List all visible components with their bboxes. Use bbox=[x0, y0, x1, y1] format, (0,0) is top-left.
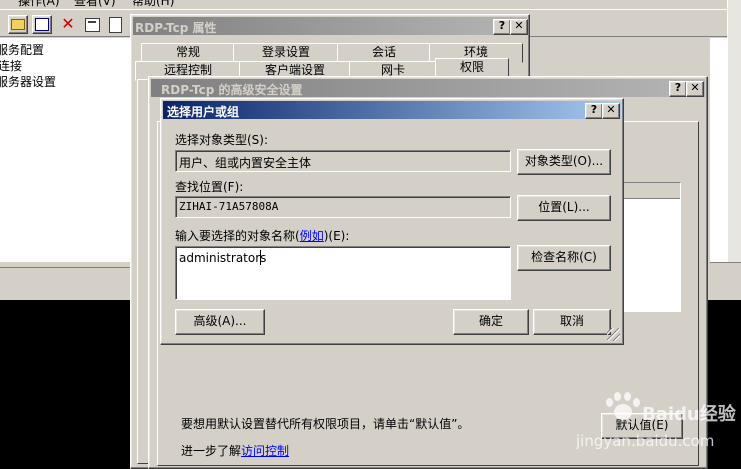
ok-button[interactable]: 确定 bbox=[453, 309, 529, 335]
location-value: ZIHAI-71A57808A bbox=[179, 200, 279, 213]
advanced-button[interactable]: 高级(A)... bbox=[175, 309, 265, 335]
help-icon[interactable]: ? bbox=[585, 103, 603, 119]
cancel-button[interactable]: 取消 bbox=[533, 309, 611, 335]
properties-title: RDP-Tcp 属性 bbox=[135, 21, 217, 35]
object-types-button[interactable]: 对象类型(O)... bbox=[517, 149, 611, 175]
location-label: 查找位置(F): bbox=[175, 180, 244, 194]
locations-button[interactable]: 位置(L)... bbox=[517, 195, 611, 221]
object-type-field: 用户、组或内置安全主体 bbox=[175, 150, 511, 172]
more-info-prefix: 进一步了解 bbox=[181, 444, 242, 458]
watermark-brand: Baidu经验 bbox=[642, 404, 736, 425]
tree-item-server-settings[interactable]: 服务器设置 bbox=[0, 73, 56, 90]
watermark: Baidu经验 jingyan.baidu.com bbox=[570, 386, 736, 456]
access-control-link[interactable]: 访问控制 bbox=[241, 444, 289, 458]
menu-view[interactable]: 查看(V) bbox=[74, 0, 116, 9]
more-info-line: 进一步了解访问控制 bbox=[181, 442, 289, 459]
menu-operation[interactable]: 操作(A) bbox=[18, 0, 60, 9]
object-names-label: 输入要选择的对象名称(例如)(E): bbox=[175, 227, 349, 244]
advanced-footer-text: 要想用默认设置替代所有权限项目，请单击“默认值”。 bbox=[181, 417, 470, 431]
location-field: ZIHAI-71A57808A bbox=[175, 196, 511, 218]
tree-item-service-config[interactable]: 服务配置 bbox=[0, 41, 44, 58]
object-names-label-prefix: 输入要选择的对象名称( bbox=[175, 229, 300, 243]
close-icon[interactable]: ✕ bbox=[602, 103, 620, 119]
object-names-value: administrators bbox=[179, 251, 267, 265]
advanced-title: RDP-Tcp 的高级安全设置 bbox=[161, 83, 303, 97]
permission-list[interactable] bbox=[619, 182, 681, 312]
advanced-titlebar: RDP-Tcp 的高级安全设置 ? ✕ bbox=[151, 79, 705, 97]
object-type-value: 用户、组或内置安全主体 bbox=[179, 156, 312, 170]
export-icon[interactable] bbox=[108, 16, 122, 33]
help-icon[interactable]: ? bbox=[493, 19, 511, 35]
tab-general[interactable]: 常规 bbox=[141, 43, 235, 63]
tab-sessions[interactable]: 会话 bbox=[337, 43, 431, 63]
help-icon[interactable]: ? bbox=[669, 81, 687, 97]
object-names-input[interactable]: administrators bbox=[175, 246, 511, 300]
text-cursor bbox=[260, 250, 261, 265]
properties-icon[interactable] bbox=[84, 16, 100, 32]
tree-item-connections[interactable]: 连接 bbox=[0, 57, 22, 74]
up-folder-icon[interactable] bbox=[8, 15, 28, 34]
close-icon[interactable]: ✕ bbox=[510, 19, 528, 35]
select-titlebar: 选择用户或组 ? ✕ bbox=[163, 101, 621, 119]
menu-help[interactable]: 帮助(H) bbox=[132, 0, 174, 9]
watermark-url: jingyan.baidu.com bbox=[576, 432, 715, 450]
select-title: 选择用户或组 bbox=[167, 105, 240, 119]
scrollbar-right[interactable] bbox=[727, 0, 741, 262]
tree-pane: 服务配置 连接 服务器设置 bbox=[0, 38, 132, 262]
delete-icon[interactable]: ✕ bbox=[60, 16, 76, 32]
properties-titlebar: RDP-Tcp 属性 ? ✕ bbox=[133, 17, 528, 35]
close-icon[interactable]: ✕ bbox=[686, 81, 704, 97]
select-users-dialog: 选择用户或组 ? ✕ 选择对象类型(S): 用户、组或内置安全主体 对象类型(O… bbox=[160, 98, 624, 345]
show-tree-icon[interactable] bbox=[32, 15, 52, 34]
check-names-button[interactable]: 检查名称(C) bbox=[517, 245, 611, 271]
resize-grip-icon[interactable] bbox=[607, 328, 620, 341]
object-type-label: 选择对象类型(S): bbox=[175, 133, 269, 147]
examples-link[interactable]: 例如 bbox=[300, 229, 324, 243]
tab-logon[interactable]: 登录设置 bbox=[233, 43, 339, 63]
object-names-label-suffix: )(E): bbox=[323, 229, 350, 243]
menu-bar: 操作(A) 查看(V) 帮助(H) bbox=[0, 0, 741, 9]
paw-logo-icon bbox=[606, 392, 640, 422]
